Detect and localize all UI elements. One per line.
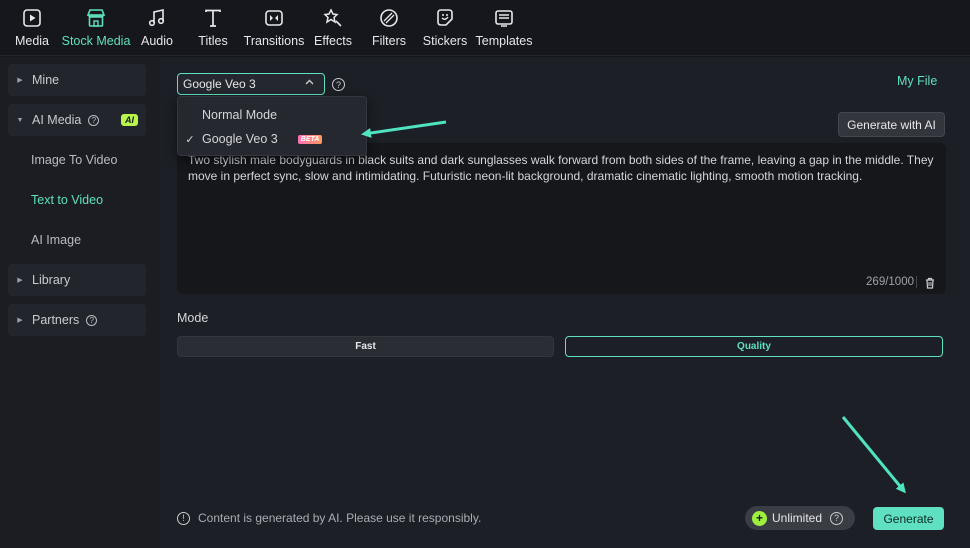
help-icon[interactable]: ? xyxy=(88,114,100,126)
help-icon[interactable]: ? xyxy=(332,78,345,91)
ai-notice: ! Content is generated by AI. Please use… xyxy=(177,511,481,525)
trash-icon[interactable] xyxy=(924,276,936,289)
prompt-text[interactable]: Two stylish male bodyguards in black sui… xyxy=(188,152,938,184)
chevron-up-icon xyxy=(305,77,314,88)
sidebar-item-library[interactable]: ▶ Library xyxy=(8,264,146,296)
music-note-icon xyxy=(146,7,168,29)
character-counter: 269/1000 xyxy=(866,276,914,288)
info-icon: ! xyxy=(177,511,190,525)
tool-templates-label: Templates xyxy=(475,34,533,48)
option-label: Google Veo 3 xyxy=(202,132,278,146)
tool-transitions-label: Transitions xyxy=(243,34,305,48)
tool-stock-media-label: Stock Media xyxy=(61,34,131,48)
top-toolbar: Media Stock Media Audio Titles Transitio… xyxy=(0,0,970,56)
caret-down-icon: ▼ xyxy=(16,116,24,124)
dropdown-option-normal-mode[interactable]: Normal Mode xyxy=(178,103,366,127)
help-icon[interactable]: ? xyxy=(86,314,98,326)
sidebar-item-partners[interactable]: ▶ Partners ? xyxy=(8,304,146,336)
transitions-icon xyxy=(263,7,285,29)
tool-stickers-label: Stickers xyxy=(422,34,468,48)
tool-transitions[interactable]: Transitions xyxy=(243,0,305,56)
help-icon[interactable]: ? xyxy=(830,511,844,525)
tool-audio[interactable]: Audio xyxy=(134,0,180,56)
sidebar-item-mine[interactable]: ▶ Mine xyxy=(8,64,146,96)
tool-media-label: Media xyxy=(14,34,50,48)
stickers-icon xyxy=(434,7,456,29)
dropdown-option-google-veo-3[interactable]: ✓ Google Veo 3 BETA xyxy=(178,127,366,151)
ai-badge: AI xyxy=(121,114,138,126)
text-t-icon xyxy=(202,7,224,29)
plus-icon: + xyxy=(752,510,767,526)
mode-label: Mode xyxy=(177,311,209,325)
model-select-value: Google Veo 3 xyxy=(183,77,256,91)
my-file-link[interactable]: My File xyxy=(897,74,937,88)
divider xyxy=(916,276,917,288)
sidebar-item-label: Partners xyxy=(32,313,80,327)
caret-right-icon: ▶ xyxy=(17,277,23,284)
tool-stickers[interactable]: Stickers xyxy=(414,0,476,56)
caret-right-icon: ▶ xyxy=(17,77,23,84)
sidebar-item-text-to-video[interactable]: Text to Video xyxy=(31,193,103,207)
beta-badge: BETA xyxy=(297,134,323,144)
sidebar-item-label: AI Media xyxy=(32,113,82,127)
tool-audio-label: Audio xyxy=(141,34,173,48)
filters-icon xyxy=(378,7,400,29)
model-dropdown-menu: Normal Mode ✓ Google Veo 3 BETA xyxy=(177,96,367,156)
prompt-textarea[interactable]: Two stylish male bodyguards in black sui… xyxy=(177,143,946,294)
sidebar-item-label: Mine xyxy=(32,73,60,87)
generate-with-ai-button[interactable]: Generate with AI xyxy=(838,112,945,137)
media-icon xyxy=(21,7,43,29)
unlimited-credits-pill[interactable]: + Unlimited ? xyxy=(745,506,855,530)
tool-titles-label: Titles xyxy=(198,34,228,48)
model-select[interactable]: Google Veo 3 xyxy=(177,73,325,95)
templates-icon xyxy=(493,7,515,29)
option-label: Normal Mode xyxy=(202,108,278,122)
tool-effects[interactable]: Effects xyxy=(302,0,364,56)
tool-filters[interactable]: Filters xyxy=(364,0,414,56)
sidebar-item-ai-image[interactable]: AI Image xyxy=(31,233,81,247)
ai-notice-text: Content is generated by AI. Please use i… xyxy=(198,511,482,525)
caret-right-icon: ▶ xyxy=(17,317,23,324)
tool-titles[interactable]: Titles xyxy=(180,0,246,56)
tool-filters-label: Filters xyxy=(371,34,407,48)
effects-icon xyxy=(322,7,344,29)
sidebar-item-ai-media[interactable]: ▼ AI Media ? AI xyxy=(8,104,146,136)
mode-fast-button[interactable]: Fast xyxy=(177,336,554,357)
sidebar-item-image-to-video[interactable]: Image To Video xyxy=(31,153,117,167)
unlimited-label: Unlimited xyxy=(772,511,823,525)
tool-templates[interactable]: Templates xyxy=(475,0,533,56)
tool-effects-label: Effects xyxy=(314,34,352,48)
generate-button[interactable]: Generate xyxy=(873,507,944,530)
tool-stock-media[interactable]: Stock Media xyxy=(58,0,134,56)
stock-media-icon xyxy=(85,7,107,29)
mode-quality-button[interactable]: Quality xyxy=(565,336,943,357)
checkmark-icon: ✓ xyxy=(185,133,195,146)
sidebar-item-label: Library xyxy=(32,273,71,287)
tool-media[interactable]: Media xyxy=(6,0,58,56)
